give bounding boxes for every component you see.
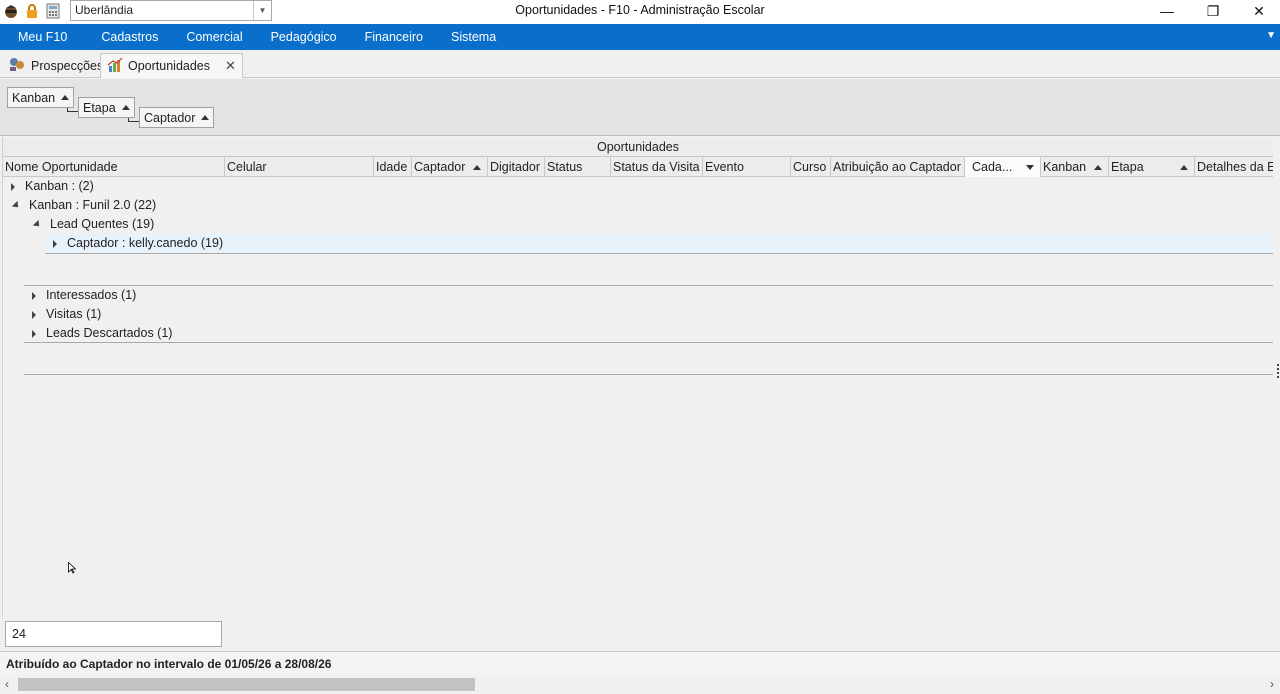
branch-select-value: Uberlândia xyxy=(75,3,134,17)
menu-meu-f10[interactable]: Meu F10 xyxy=(0,24,87,50)
scroll-right-icon[interactable]: › xyxy=(1270,677,1274,691)
close-icon[interactable]: ✕ xyxy=(225,58,236,74)
expand-icon[interactable] xyxy=(11,182,15,191)
tab-label: Oportunidades xyxy=(128,59,211,73)
prospect-icon xyxy=(8,56,26,75)
filter-status-text: Atribuído ao Captador no intervalo de 01… xyxy=(0,651,1280,675)
column-label: Kanban xyxy=(1043,160,1087,174)
column-evento[interactable]: Evento xyxy=(703,157,791,177)
column-etapa[interactable]: Etapa xyxy=(1109,157,1195,177)
title-toolbar xyxy=(2,2,61,19)
chart-icon xyxy=(107,57,123,76)
chevron-down-icon[interactable]: ▼ xyxy=(253,1,271,20)
sort-ascending-icon xyxy=(1180,165,1188,170)
menu-bar: Meu F10 Cadastros Comercial Pedagógico F… xyxy=(0,24,1280,50)
group-row-lead-quentes[interactable]: Lead Quentes (19) xyxy=(32,215,1273,234)
column-captador[interactable]: Captador xyxy=(412,157,488,177)
sort-descending-icon xyxy=(1026,165,1034,170)
sort-ascending-icon xyxy=(1094,165,1102,170)
group-row-label: Interessados (1) xyxy=(46,288,137,302)
group-row-visitas[interactable]: Visitas (1) xyxy=(32,305,1273,324)
expand-icon[interactable] xyxy=(32,291,36,300)
column-atribuicao-captador[interactable]: Atribuição ao Captador xyxy=(831,157,965,177)
group-label: Kanban xyxy=(12,90,56,105)
column-status-visita[interactable]: Status da Visita xyxy=(611,157,703,177)
group-label: Captador xyxy=(144,110,196,125)
close-window-button[interactable]: ✕ xyxy=(1236,0,1280,22)
tab-oportunidades[interactable]: Oportunidades ✕ xyxy=(100,53,243,78)
group-row-label: Captador : kelly.canedo (19) xyxy=(67,236,224,250)
column-headers: Nome Oportunidade Celular Idade Captador… xyxy=(3,157,1273,177)
scroll-left-icon[interactable]: ‹ xyxy=(5,677,9,691)
title-bar: Uberlândia ▼ Oportunidades - F10 - Admin… xyxy=(0,0,1280,24)
column-celular[interactable]: Celular xyxy=(225,157,374,177)
column-nome-oportunidade[interactable]: Nome Oportunidade xyxy=(3,157,225,177)
collapse-icon[interactable] xyxy=(32,219,43,230)
tab-label: Prospecções xyxy=(31,58,104,73)
column-detalhes[interactable]: Detalhes da E xyxy=(1195,157,1273,177)
group-row-kanban-empty[interactable]: Kanban : (2) xyxy=(11,177,1273,196)
group-row-captador-kelly[interactable]: Captador : kelly.canedo (19) xyxy=(45,234,1273,253)
column-status[interactable]: Status xyxy=(545,157,611,177)
collapse-icon[interactable] xyxy=(11,200,22,211)
group-row-label: Kanban : (2) xyxy=(25,179,94,193)
column-cadastro[interactable]: Cada... xyxy=(965,157,1041,177)
tab-bar: Prospecções Oportunidades ✕ xyxy=(0,50,1280,78)
branch-select[interactable]: Uberlândia ▼ xyxy=(70,0,272,21)
column-digitador[interactable]: Digitador xyxy=(488,157,545,177)
group-row-label: Visitas (1) xyxy=(46,307,102,321)
group-row-leads-descartados[interactable]: Leads Descartados (1) xyxy=(32,324,1273,343)
menu-sistema[interactable]: Sistema xyxy=(437,24,510,50)
column-label: Captador xyxy=(414,160,466,174)
expand-icon[interactable] xyxy=(53,239,57,248)
mouse-cursor-icon xyxy=(68,561,77,577)
group-row-kanban-funil[interactable]: Kanban : Funil 2.0 (22) xyxy=(11,196,1273,215)
menu-cadastros[interactable]: Cadastros xyxy=(87,24,172,50)
restore-button[interactable]: ❐ xyxy=(1190,0,1236,22)
menu-pedagogico[interactable]: Pedagógico xyxy=(257,24,351,50)
sort-ascending-icon xyxy=(201,115,210,120)
minimize-button[interactable]: — xyxy=(1144,0,1190,22)
group-kanban-button[interactable]: Kanban xyxy=(7,87,75,108)
sort-ascending-icon xyxy=(61,95,70,100)
column-idade[interactable]: Idade xyxy=(374,157,412,177)
group-label: Etapa xyxy=(83,100,116,115)
scrollbar-thumb[interactable] xyxy=(18,678,475,691)
group-etapa-button[interactable]: Etapa xyxy=(78,97,135,118)
opportunities-grid: Oportunidades Nome Oportunidade Celular … xyxy=(2,137,1273,617)
expand-icon[interactable] xyxy=(32,329,36,338)
menu-comercial[interactable]: Comercial xyxy=(172,24,256,50)
record-count-field: 24 xyxy=(5,621,222,647)
column-kanban[interactable]: Kanban xyxy=(1041,157,1109,177)
spy-icon[interactable] xyxy=(2,2,19,19)
group-row-label: Lead Quentes (19) xyxy=(50,217,155,231)
expand-icon[interactable] xyxy=(32,310,36,319)
menu-financeiro[interactable]: Financeiro xyxy=(351,24,437,50)
group-row-label: Kanban : Funil 2.0 (22) xyxy=(29,198,157,212)
grid-band-title: Oportunidades xyxy=(3,138,1273,157)
column-curso[interactable]: Curso xyxy=(791,157,831,177)
group-footer-line xyxy=(24,342,1273,343)
group-by-panel: Kanban Etapa Captador xyxy=(0,79,1280,136)
group-row-interessados[interactable]: Interessados (1) xyxy=(32,286,1273,305)
sort-ascending-icon xyxy=(473,165,481,170)
lock-icon[interactable] xyxy=(23,2,40,19)
sort-ascending-icon xyxy=(121,105,130,110)
group-row-label: Leads Descartados (1) xyxy=(46,326,173,340)
group-captador-button[interactable]: Captador xyxy=(139,107,215,128)
calculator-icon[interactable] xyxy=(44,2,61,19)
chevron-down-icon[interactable]: ▼ xyxy=(1266,30,1276,41)
column-label: Cada... xyxy=(972,160,1013,174)
group-footer-line xyxy=(24,374,1273,375)
horizontal-scrollbar[interactable]: ‹ › xyxy=(0,675,1280,694)
column-label: Etapa xyxy=(1111,160,1144,174)
tab-prospeccoes[interactable]: Prospecções xyxy=(2,53,109,78)
group-footer-line xyxy=(45,253,1273,254)
